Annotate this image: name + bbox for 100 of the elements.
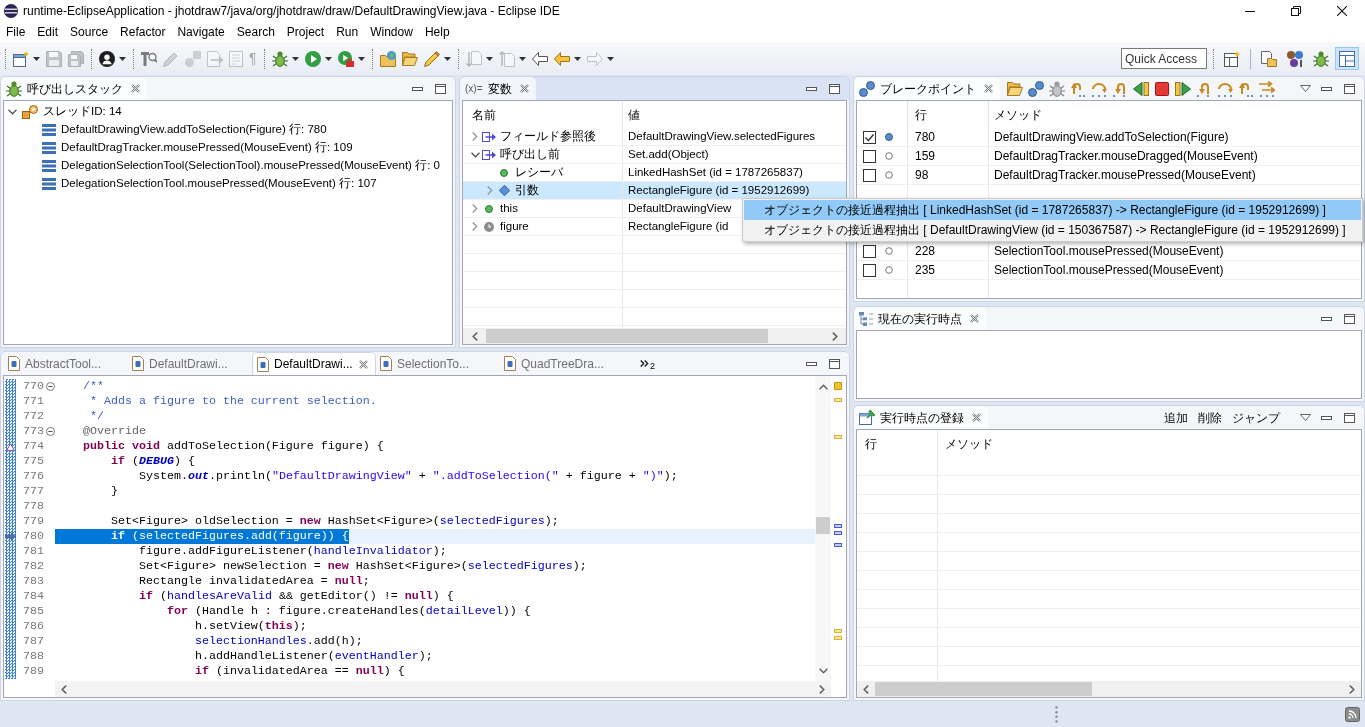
quick-access-field[interactable]: Quick Access xyxy=(1121,48,1207,69)
checkbox[interactable] xyxy=(863,130,876,144)
checkbox[interactable] xyxy=(863,263,876,277)
caret-icon[interactable] xyxy=(443,56,451,61)
caret-icon[interactable] xyxy=(357,56,365,61)
scrollbar-thumb[interactable] xyxy=(816,517,830,534)
caret-icon[interactable] xyxy=(573,56,581,61)
drag-handle-icon[interactable] xyxy=(1055,705,1058,723)
column-header[interactable]: メソッド xyxy=(989,101,1361,128)
stack-frame[interactable]: DefaultDrawingView.addToSelection(Figure) 行: 780 xyxy=(42,121,327,139)
caret-icon[interactable] xyxy=(324,56,332,61)
stack-frame[interactable]: DefaultDragTracker.mousePressed(MouseEvent) 行: 109 xyxy=(42,139,353,157)
chevron-left-icon[interactable] xyxy=(863,684,869,694)
scrollbar[interactable] xyxy=(55,681,831,697)
table-row[interactable]: 呼び出し前 Set.add(Object) xyxy=(463,146,846,164)
thread-item[interactable]: スレッドID: 14 xyxy=(22,103,122,121)
perspective-button[interactable] xyxy=(1335,47,1359,70)
scrollbar-thumb[interactable] xyxy=(875,682,1092,696)
scrollbar[interactable] xyxy=(463,328,846,344)
collapse-icon[interactable] xyxy=(45,427,55,436)
caret-icon[interactable] xyxy=(291,56,299,61)
column-header[interactable]: 名前 xyxy=(463,101,623,128)
view-tab[interactable]: 実行時点の登録 xyxy=(854,406,988,429)
line-number: 779 xyxy=(23,514,44,529)
editor-tab[interactable]: DefaultDrawi... xyxy=(128,352,252,375)
line-number: 776 xyxy=(23,469,44,484)
chevron-right-icon[interactable] xyxy=(1349,684,1355,694)
table-row[interactable]: 235 SelectionTool.mousePressed(MouseEvent) xyxy=(857,261,1361,280)
view-tab[interactable]: 現在の実行時点 xyxy=(854,307,986,330)
menu-item[interactable]: Navigate xyxy=(171,22,231,42)
menu-item[interactable]: Project xyxy=(280,22,331,42)
chevron-right-icon[interactable] xyxy=(472,132,478,141)
chevron-down-icon[interactable] xyxy=(818,668,828,674)
table-row[interactable]: 引数 RectangleFigure (id = 1952912699) xyxy=(463,182,846,200)
delete-button[interactable]: 削除 xyxy=(1193,407,1227,428)
view-tab[interactable]: ブレークポイント xyxy=(854,77,1000,100)
line-number: 784 xyxy=(23,589,44,604)
chevron-down-icon[interactable] xyxy=(8,109,17,115)
caret-icon[interactable] xyxy=(33,56,40,61)
table-row[interactable]: 780 DefaultDrawingView.addToSelection(Figure) xyxy=(857,128,1361,147)
menu-item[interactable]: Help xyxy=(418,22,456,42)
menu-item[interactable]: Refactor xyxy=(114,22,172,42)
overflow-button[interactable]: 2 xyxy=(640,353,655,374)
chevron-down-icon[interactable] xyxy=(470,151,480,158)
document-up-icon xyxy=(498,50,515,67)
menu-item[interactable]: Run xyxy=(330,22,365,42)
checkbox[interactable] xyxy=(863,149,876,163)
editor-tab[interactable]: QuadTreeDra... xyxy=(500,352,624,375)
close-icon[interactable] xyxy=(519,84,529,93)
scrollbar-thumb[interactable] xyxy=(486,329,768,343)
table-row[interactable]: 98 DefaultDragTracker.mousePressed(MouseEvent) xyxy=(857,166,1361,185)
close-icon[interactable] xyxy=(131,84,140,93)
menu-item[interactable]: オブジェクトの接近過程抽出 [ LinkedHashSet (id = 1787265837) -> RectangleFigure (id = 1952912699) ] xyxy=(744,200,1361,220)
column-header[interactable]: メソッド xyxy=(938,430,1361,457)
play-icon xyxy=(304,50,321,67)
add-button[interactable]: 追加 xyxy=(1159,407,1193,428)
breakpoints-button[interactable] xyxy=(1025,78,1046,99)
chevron-left-icon[interactable] xyxy=(61,684,67,694)
caret-icon[interactable] xyxy=(119,56,126,61)
bars-icon xyxy=(42,160,56,172)
chevron-right-icon[interactable] xyxy=(819,684,825,694)
line-number: 773 xyxy=(23,424,44,439)
checkbox[interactable] xyxy=(863,168,876,182)
menu-item[interactable]: Search xyxy=(230,22,281,42)
collapse-icon[interactable] xyxy=(45,382,55,391)
close-icon[interactable] xyxy=(359,359,368,369)
jump-button[interactable]: ジャンプ xyxy=(1227,407,1285,428)
close-icon[interactable] xyxy=(970,314,979,323)
table-row[interactable]: 159 DefaultDragTracker.mouseDragged(MouseEvent) xyxy=(857,147,1361,166)
stack-frame[interactable]: DelegationSelectionTool(SelectionTool).mousePressed(MouseEvent) 行: 0 xyxy=(42,157,440,175)
chevron-left-icon[interactable] xyxy=(472,331,478,341)
feed-icon[interactable] xyxy=(1345,706,1360,722)
code-line: for (Handle h : figure.createHandles(detailLevel)) { xyxy=(166,604,531,619)
close-icon[interactable] xyxy=(972,413,981,422)
scrollbar[interactable] xyxy=(857,681,1361,697)
editor-tab[interactable]: SelectionTo... xyxy=(376,352,500,375)
table-row[interactable]: フィールド参照後 DefaultDrawingView.selectedFigures xyxy=(463,128,846,146)
view-tab[interactable]: (x)= 変数 xyxy=(460,77,536,100)
column-header[interactable]: 行 xyxy=(908,101,989,128)
scrollbar[interactable] xyxy=(815,376,831,681)
step-button[interactable] xyxy=(1256,78,1277,99)
chevron-right-icon[interactable] xyxy=(472,222,478,231)
step-back-icon xyxy=(1132,81,1149,96)
menu-item[interactable]: Window xyxy=(364,22,419,42)
folder-icon xyxy=(401,51,418,66)
menu-item[interactable]: Source xyxy=(64,22,115,42)
stack-frame[interactable]: DelegationSelectionTool.mousePressed(MouseEvent) 行: 107 xyxy=(42,175,377,193)
chevron-up-icon[interactable] xyxy=(818,384,828,390)
checkbox[interactable] xyxy=(863,244,876,258)
editor-tab[interactable]: AbstractTool... xyxy=(4,352,128,375)
chevron-right-icon[interactable] xyxy=(832,331,838,341)
menu-item[interactable]: File xyxy=(0,22,32,42)
chevron-right-icon[interactable] xyxy=(472,204,478,213)
column-header[interactable]: 値 xyxy=(623,101,846,128)
menu-item[interactable]: Edit xyxy=(31,22,65,42)
debug-button[interactable] xyxy=(1046,78,1067,99)
editor-tab[interactable]: DefaultDrawi... xyxy=(252,352,376,375)
view-tab[interactable]: 呼び出しスタック xyxy=(1,77,147,100)
document-down-icon xyxy=(465,50,482,67)
close-icon[interactable] xyxy=(984,84,993,93)
